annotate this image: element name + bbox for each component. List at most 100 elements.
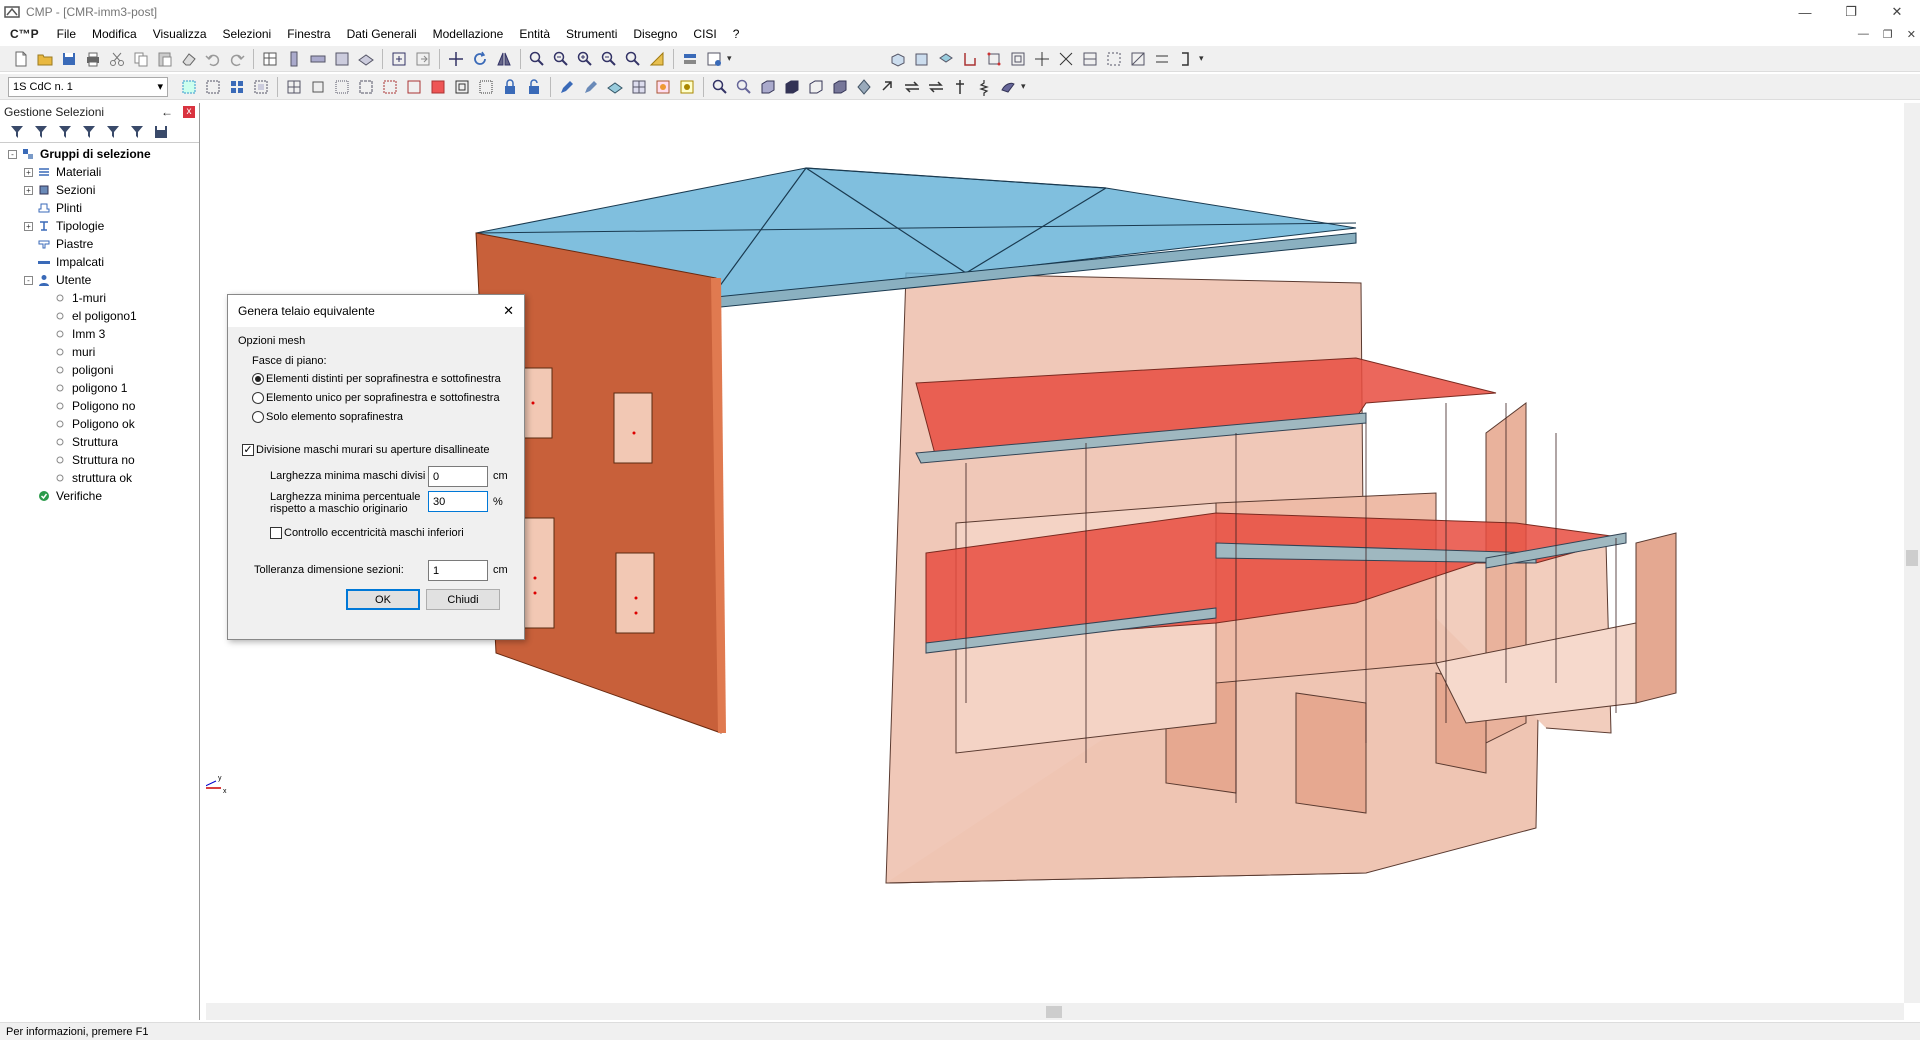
- diamond-icon[interactable]: [853, 76, 875, 98]
- filter-grid-icon[interactable]: [475, 76, 497, 98]
- tree-item[interactable]: Plinti: [0, 199, 199, 217]
- expand-icon[interactable]: +: [24, 221, 33, 231]
- menu-disegno[interactable]: Disegno: [625, 27, 685, 41]
- align-icon[interactable]: [1127, 48, 1149, 70]
- mesh-icon[interactable]: [604, 76, 626, 98]
- render-view-icon[interactable]: [829, 76, 851, 98]
- radio-elementi-distinti[interactable]: Elementi distinti per soprafinestra e so…: [252, 373, 501, 386]
- select-box-icon[interactable]: [1103, 48, 1125, 70]
- expand-icon[interactable]: +: [24, 167, 33, 177]
- menu-cisi[interactable]: CISI: [685, 27, 724, 41]
- move-icon[interactable]: [445, 48, 467, 70]
- swap-icon[interactable]: [901, 76, 923, 98]
- solid-view-icon[interactable]: [781, 76, 803, 98]
- tree-item[interactable]: Poligono ok: [0, 415, 199, 433]
- paste-icon[interactable]: [154, 48, 176, 70]
- lock-icon[interactable]: [499, 76, 521, 98]
- filter-walls-icon[interactable]: [307, 76, 329, 98]
- nodes-icon[interactable]: [983, 48, 1005, 70]
- mdi-close-button[interactable]: ✕: [1907, 28, 1916, 41]
- pin-icon[interactable]: [949, 76, 971, 98]
- spring-icon[interactable]: [973, 76, 995, 98]
- measure-icon[interactable]: [646, 48, 668, 70]
- redo-icon[interactable]: [226, 48, 248, 70]
- pin-panel-icon[interactable]: ←: [161, 105, 173, 119]
- undo-icon[interactable]: [202, 48, 224, 70]
- fit-icon[interactable]: [388, 48, 410, 70]
- zoom-in-icon[interactable]: [526, 48, 548, 70]
- dialog-close-icon[interactable]: ✕: [503, 303, 514, 319]
- toolbar-dropdown-icon[interactable]: ▾: [727, 53, 737, 64]
- tree-item[interactable]: - Gruppi di selezione: [0, 145, 199, 163]
- print-icon[interactable]: [82, 48, 104, 70]
- wall-icon[interactable]: [331, 48, 353, 70]
- collapse-icon[interactable]: -: [24, 275, 33, 285]
- analysis-icon[interactable]: [676, 76, 698, 98]
- zoom-plus-icon[interactable]: [574, 48, 596, 70]
- unlock-icon[interactable]: [523, 76, 545, 98]
- radio-elemento-unico[interactable]: Elemento unico per soprafinestra e sotto…: [252, 392, 500, 405]
- minimize-button[interactable]: —: [1782, 0, 1828, 24]
- tree-item[interactable]: poligoni: [0, 361, 199, 379]
- box-view-icon[interactable]: [757, 76, 779, 98]
- search-next-icon[interactable]: [733, 76, 755, 98]
- frame-equivalent-icon[interactable]: [628, 76, 650, 98]
- new-file-icon[interactable]: [10, 48, 32, 70]
- menu-modifica[interactable]: Modifica: [84, 27, 145, 41]
- view-front-icon[interactable]: [911, 48, 933, 70]
- tree-item[interactable]: + Materiali: [0, 163, 199, 181]
- horizontal-scrollbar[interactable]: [206, 1003, 1904, 1020]
- chiudi-button[interactable]: Chiudi: [426, 589, 500, 610]
- edit-wall-icon[interactable]: [580, 76, 602, 98]
- menu-logo[interactable]: C™P: [10, 27, 39, 41]
- mesh-settings-icon[interactable]: [652, 76, 674, 98]
- swap-alt-icon[interactable]: [925, 76, 947, 98]
- select-all-icon[interactable]: [226, 76, 248, 98]
- eccentricita-checkbox[interactable]: Controllo eccentricità maschi inferiori: [270, 527, 464, 540]
- tree-item[interactable]: Struttura no: [0, 451, 199, 469]
- zoom-window-icon[interactable]: [550, 48, 572, 70]
- larghezza-perc-input[interactable]: [428, 491, 488, 512]
- tree-item[interactable]: struttura ok: [0, 469, 199, 487]
- filter-columns-icon[interactable]: [355, 76, 377, 98]
- close-window-button[interactable]: ✕: [1874, 0, 1920, 24]
- eraser-icon[interactable]: [178, 48, 200, 70]
- beam-icon[interactable]: [307, 48, 329, 70]
- tree-item[interactable]: Poligono no: [0, 397, 199, 415]
- link-icon[interactable]: [877, 76, 899, 98]
- save-group-icon[interactable]: [152, 123, 170, 141]
- view-iso-icon[interactable]: [887, 48, 909, 70]
- restore-button[interactable]: ❐: [1828, 0, 1874, 24]
- radio-solo-soprafinestra[interactable]: Solo elemento soprafinestra: [252, 411, 403, 424]
- menu-help[interactable]: ?: [725, 27, 748, 41]
- filter-nodes-icon[interactable]: [283, 76, 305, 98]
- menu-entita[interactable]: Entità: [511, 27, 558, 41]
- menu-strumenti[interactable]: Strumenti: [558, 27, 625, 41]
- layers-icon[interactable]: [679, 48, 701, 70]
- pencil-icon[interactable]: [556, 76, 578, 98]
- filter-clear-icon[interactable]: [128, 123, 146, 141]
- tree-item[interactable]: Verifiche: [0, 487, 199, 505]
- menu-selezioni[interactable]: Selezioni: [215, 27, 280, 41]
- tree-item[interactable]: Piastre: [0, 235, 199, 253]
- view-dropdown-icon[interactable]: ▾: [1199, 53, 1209, 64]
- toolbar2-dropdown-icon[interactable]: ▾: [1021, 81, 1031, 92]
- paint-icon[interactable]: [997, 76, 1019, 98]
- menu-finestra[interactable]: Finestra: [279, 27, 338, 41]
- horizontal-scroll-thumb[interactable]: [1046, 1006, 1062, 1018]
- filter-remove-icon[interactable]: [56, 123, 74, 141]
- filter-union-icon[interactable]: [104, 123, 122, 141]
- axes-icon[interactable]: [1031, 48, 1053, 70]
- save-icon[interactable]: [58, 48, 80, 70]
- filter-roof-icon[interactable]: [403, 76, 425, 98]
- tree-item[interactable]: + Sezioni: [0, 181, 199, 199]
- filter-slabs-icon[interactable]: [379, 76, 401, 98]
- menu-visualizza[interactable]: Visualizza: [145, 27, 215, 41]
- tree-item[interactable]: muri: [0, 343, 199, 361]
- filter-add-icon[interactable]: [32, 123, 50, 141]
- tolleranza-input[interactable]: [428, 560, 488, 581]
- mdi-restore-button[interactable]: ❐: [1883, 28, 1893, 41]
- menu-dati-generali[interactable]: Dati Generali: [339, 27, 425, 41]
- tree-item[interactable]: + Tipologie: [0, 217, 199, 235]
- vertical-scroll-thumb[interactable]: [1906, 550, 1918, 566]
